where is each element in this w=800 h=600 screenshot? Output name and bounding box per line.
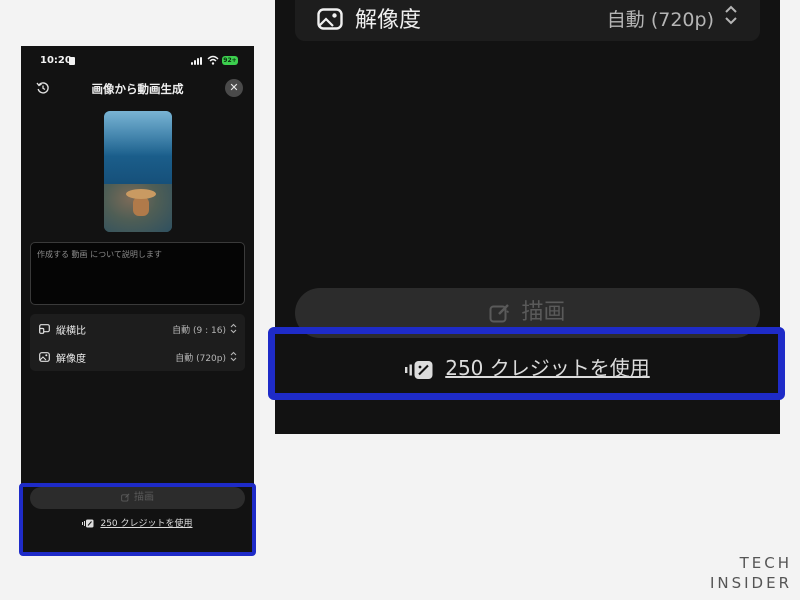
setting-label: 解像度 (56, 354, 86, 365)
setting-row-resolution[interactable]: 解像度 自動 (720p) (30, 343, 245, 371)
close-button[interactable]: ✕ (225, 79, 243, 97)
signal-icon (191, 57, 203, 65)
highlight-box-large (268, 327, 785, 400)
page-title: 画像から動画生成 (91, 82, 184, 96)
header: 画像から動画生成 ✕ (21, 76, 254, 102)
zoom-setting-row-resolution[interactable]: 解像度 自動 (720p) (295, 0, 760, 41)
image-icon (39, 352, 50, 362)
setting-label: 縦横比 (56, 326, 86, 337)
setting-value: 自動 (9 : 16) (172, 326, 226, 336)
prompt-placeholder: 作成する 動画 について説明します (37, 250, 162, 259)
aspect-ratio-icon (39, 324, 50, 334)
setting-row-aspect-ratio[interactable]: 縦横比 自動 (9 : 16) (30, 315, 245, 343)
image-icon (317, 8, 343, 30)
phone-screen: 10:20 92+ 画像から動画生成 ✕ 作成する 動画 について説明します 縦… (21, 46, 254, 554)
watermark-logo: TECH INSIDER (700, 553, 792, 593)
source-image-thumbnail[interactable] (104, 111, 172, 232)
pen-sparkle-icon (489, 304, 510, 323)
battery-icon: 92+ (222, 56, 238, 65)
watermark-line-2: INSIDER (709, 574, 792, 592)
chevron-updown-icon (230, 323, 237, 334)
status-bar: 10:20 92+ (21, 46, 254, 76)
zoom-draw-label: 描画 (521, 300, 566, 325)
status-time: 10:20 (40, 55, 72, 66)
prompt-input[interactable]: 作成する 動画 について説明します (30, 242, 245, 305)
settings-card: 縦横比 自動 (9 : 16) 解像度 自動 (720p) (30, 314, 245, 371)
setting-value: 自動 (720p) (175, 354, 226, 364)
wifi-icon (207, 55, 219, 65)
zoom-setting-label: 解像度 (355, 8, 422, 33)
close-icon: ✕ (229, 81, 239, 94)
lock-icon (69, 57, 75, 65)
chevron-updown-icon (230, 351, 237, 362)
zoom-setting-value: 自動 (720p) (606, 9, 714, 31)
highlight-box-small (19, 483, 256, 556)
chevron-updown-icon (725, 5, 737, 25)
watermark-line-1: TECH (739, 554, 792, 572)
